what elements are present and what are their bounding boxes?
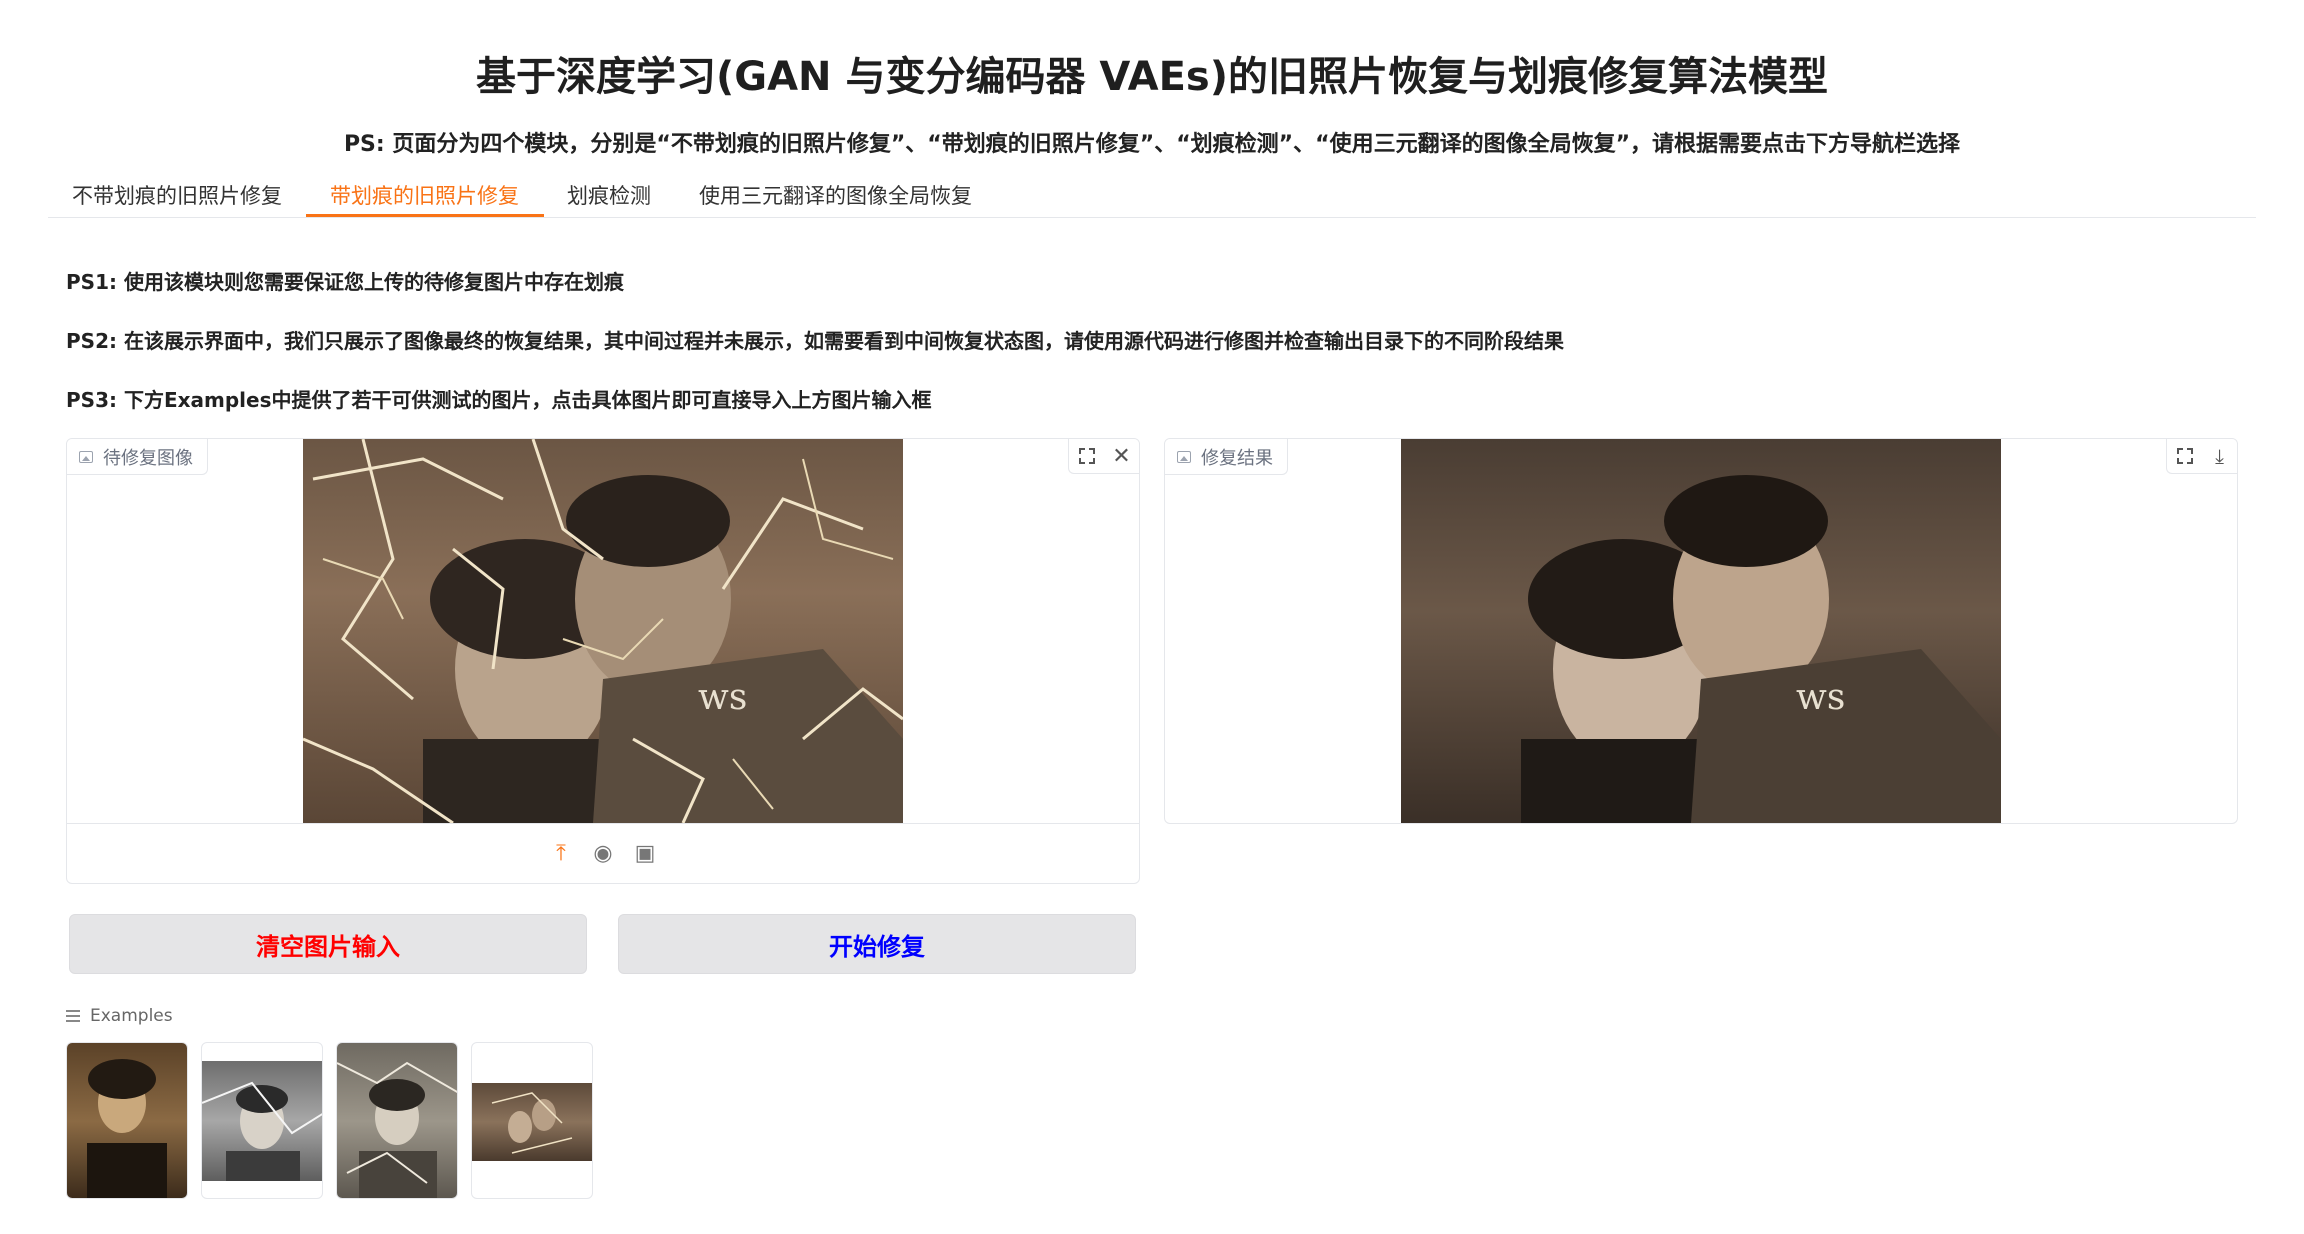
note-ps2: PS2: 在该展示界面中，我们只展示了图像最终的恢复结果，其中间过程并未展示，如… [66, 329, 1564, 353]
example-thumbnail[interactable] [336, 1042, 458, 1199]
list-icon [66, 1010, 80, 1022]
svg-text:ws: ws [1796, 677, 1845, 718]
input-image-label: 待修复图像 [67, 439, 208, 475]
examples-gallery [66, 1042, 593, 1199]
tab-global-restoration[interactable]: 使用三元翻译的图像全局恢复 [699, 180, 972, 210]
input-image: ws [303, 439, 903, 823]
page-title: 基于深度学习(GAN 与变分编码器 VAEs)的旧照片恢复与划痕修复算法模型 [475, 54, 1828, 100]
download-icon[interactable]: ⤓ [2202, 439, 2237, 473]
tab-with-scratch[interactable]: 带划痕的旧照片修复 [330, 180, 519, 210]
svg-text:ws: ws [698, 677, 747, 718]
tab-scratch-detection[interactable]: 划痕检测 [567, 180, 651, 210]
examples-header: Examples [66, 1006, 173, 1026]
tab-no-scratch[interactable]: 不带划痕的旧照片修复 [72, 180, 282, 210]
note-ps1: PS1: 使用该模块则您需要保证您上传的待修复图片中存在划痕 [66, 270, 624, 294]
image-icon [1177, 450, 1191, 463]
webcam-icon[interactable]: ◉ [590, 841, 616, 867]
tab-bar: 不带划痕的旧照片修复 带划痕的旧照片修复 划痕检测 使用三元翻译的图像全局恢复 [48, 168, 2256, 218]
close-icon[interactable]: ✕ [1104, 439, 1139, 473]
output-image: ws [1401, 439, 2001, 823]
example-thumbnail[interactable] [66, 1042, 188, 1199]
fullscreen-icon[interactable] [2167, 439, 2202, 473]
input-source-bar: ⤒ ◉ ▣ [67, 823, 1139, 883]
output-image-panel: 修复结果 ⤓ ws [1164, 438, 2238, 824]
image-icon [79, 450, 93, 463]
output-corner-buttons: ⤓ [2166, 439, 2237, 474]
input-corner-buttons: ✕ [1068, 439, 1139, 474]
page-subtitle: PS: 页面分为四个模块，分别是“不带划痕的旧照片修复”、“带划痕的旧照片修复”… [343, 132, 1961, 157]
input-image-panel[interactable]: 待修复图像 ✕ ws ⤒ ◉ ▣ [66, 438, 1140, 884]
active-tab-indicator [306, 214, 544, 217]
output-image-label: 修复结果 [1165, 439, 1288, 475]
fullscreen-icon[interactable] [1069, 439, 1104, 473]
clipboard-icon[interactable]: ▣ [632, 841, 658, 867]
clear-input-button[interactable]: 清空图片输入 [69, 914, 587, 974]
upload-icon[interactable]: ⤒ [548, 841, 574, 867]
example-thumbnail[interactable] [471, 1042, 593, 1199]
start-restore-button[interactable]: 开始修复 [618, 914, 1136, 974]
example-thumbnail[interactable] [201, 1042, 323, 1199]
note-ps3: PS3: 下方Examples中提供了若干可供测试的图片，点击具体图片即可直接导… [66, 388, 932, 412]
